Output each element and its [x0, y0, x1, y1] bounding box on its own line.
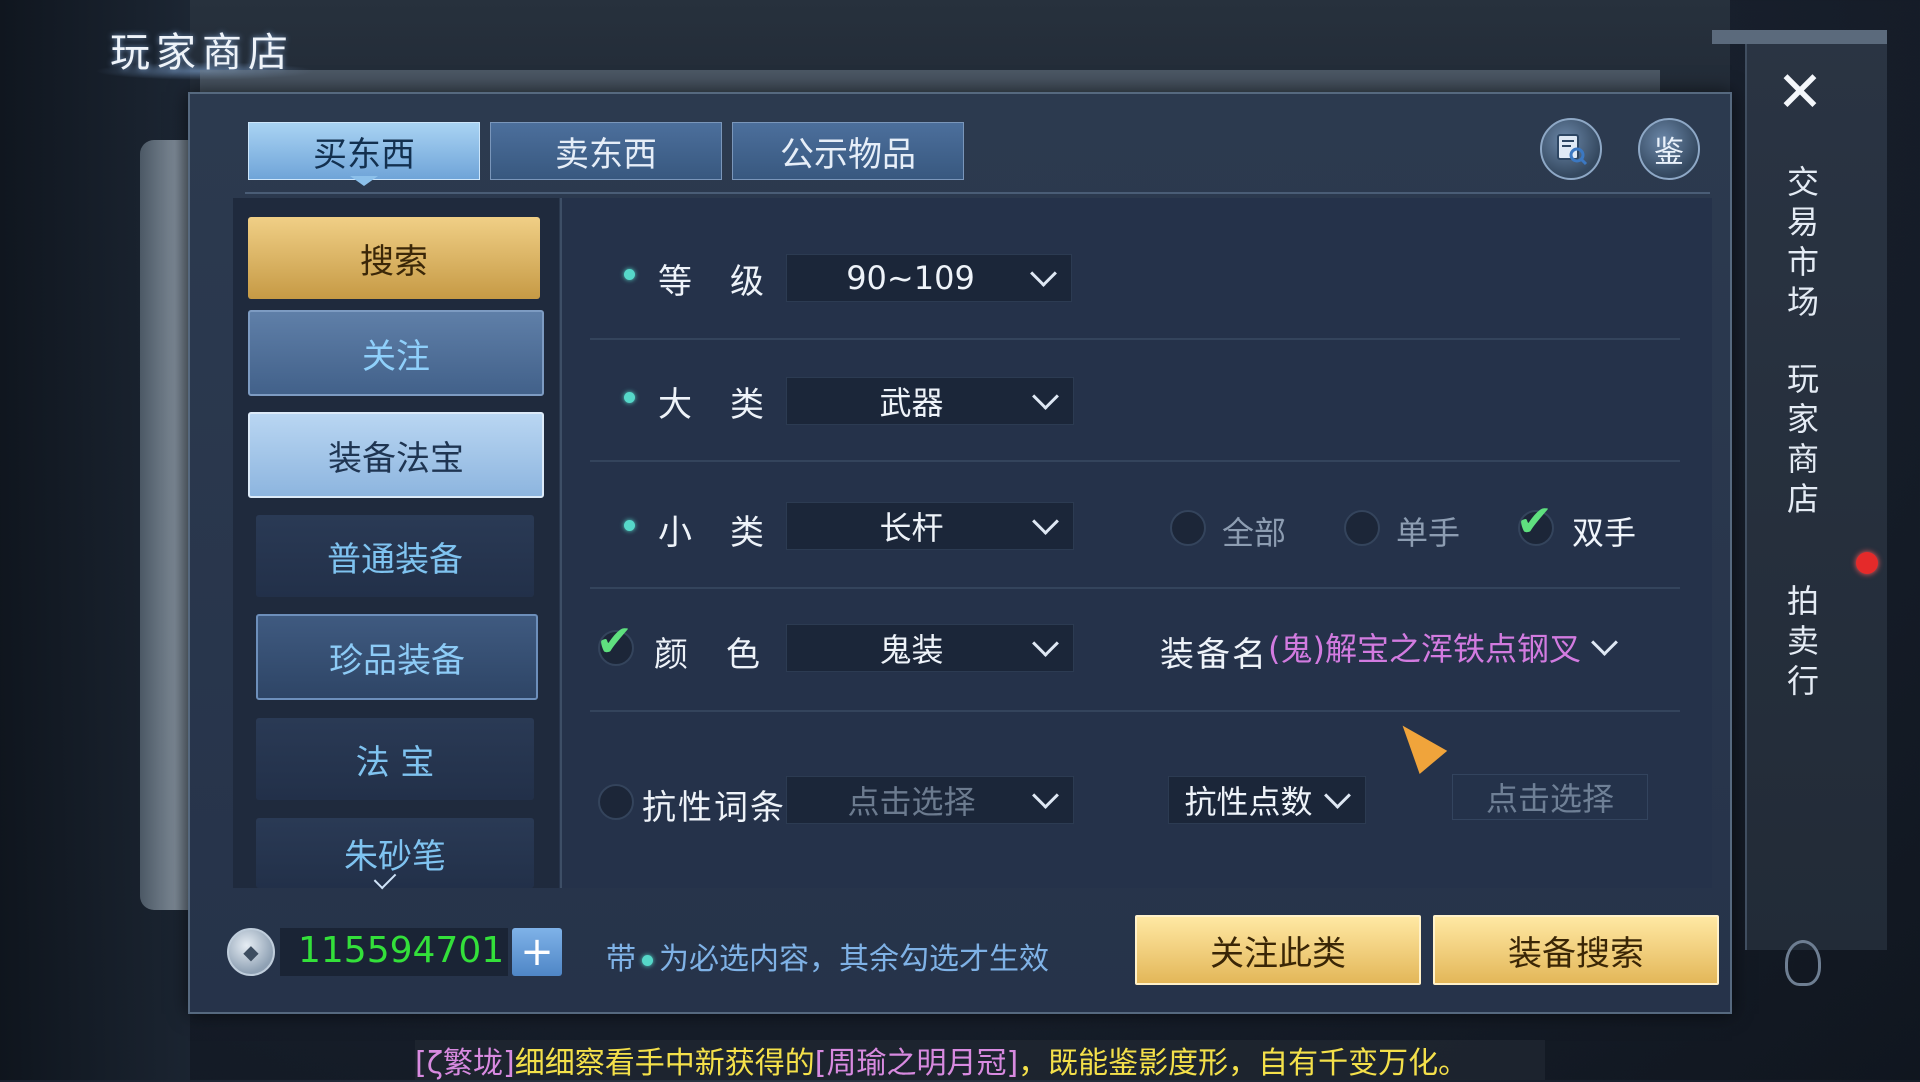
level-dropdown[interactable]: 90~109: [786, 254, 1072, 302]
tab-buy[interactable]: 买东西: [248, 122, 480, 180]
category-dropdown[interactable]: 武器: [786, 377, 1074, 425]
row-divider: [590, 460, 1680, 462]
sidebar-item-search[interactable]: 搜索: [248, 217, 540, 299]
rail-player-shop[interactable]: 玩家商店: [1778, 362, 1824, 522]
option-two-hand-label: 双手: [1572, 514, 1637, 552]
chevron-down-icon: [1591, 628, 1618, 656]
sidebar-item-normal-equipment[interactable]: 普通装备: [256, 515, 534, 597]
subcategory-value: 长杆: [879, 509, 944, 547]
sidebar-item-follow[interactable]: 关注: [248, 310, 544, 396]
rail-top-bar: [1712, 30, 1887, 44]
chat-text-before: 细细察看手中新获得的: [514, 1046, 815, 1081]
hint-suffix: 为必选内容，其余勾选才生效: [659, 942, 1049, 977]
subcategory-dropdown[interactable]: 长杆: [786, 502, 1074, 550]
checkmark-icon: ✔: [1516, 496, 1553, 547]
resist-points-dropdown[interactable]: 抗性点数: [1168, 776, 1366, 824]
category-value: 武器: [879, 384, 944, 422]
close-icon[interactable]: ✕: [1775, 65, 1825, 121]
color-value: 鬼装: [879, 631, 944, 669]
required-dot-icon: [624, 392, 635, 403]
resist-entry-label: 抗性词条: [642, 788, 786, 828]
magnifier-document-icon: [1557, 134, 1588, 166]
row-divider: [590, 587, 1680, 589]
equip-name-value: (鬼)解宝之浑铁点钢叉: [1268, 630, 1581, 668]
chevron-down-icon: [1032, 781, 1059, 809]
color-dropdown[interactable]: 鬼装: [786, 624, 1074, 672]
search-records-button[interactable]: [1540, 118, 1602, 180]
required-dot-icon: [624, 520, 635, 531]
tab-sell[interactable]: 卖东西: [490, 122, 722, 180]
color-label: 颜 色: [654, 635, 762, 675]
required-dot-icon: [642, 955, 653, 966]
resist-entry-value: 点击选择: [847, 783, 976, 821]
tab-public-items[interactable]: 公示物品: [732, 122, 964, 180]
chevron-down-icon: [1032, 629, 1059, 657]
resist-entry-dropdown[interactable]: 点击选择: [786, 776, 1074, 824]
category-label: 大 类: [658, 385, 766, 425]
chat-message: [ζ繁垅] 细细察看手中新获得的 [周瑜之明月冠] ，既能鉴影度形，自有千变万化…: [415, 1038, 1545, 1082]
silver-coin-icon: ◆: [227, 928, 275, 976]
chat-text-after: ，既能鉴影度形，自有千变万化。: [1018, 1046, 1469, 1081]
follow-category-button[interactable]: 关注此类: [1135, 915, 1421, 985]
rail-knot-decoration: [1785, 940, 1821, 986]
sidebar-item-cinnabar-pen[interactable]: 朱砂笔: [256, 818, 534, 888]
required-dot-icon: [624, 269, 635, 280]
option-all-label: 全部: [1222, 514, 1287, 552]
appraise-button[interactable]: 鉴: [1638, 118, 1700, 180]
equip-name-dropdown[interactable]: (鬼)解宝之浑铁点钢叉: [1268, 624, 1632, 670]
resist-points-label: 抗性点数: [1184, 783, 1313, 821]
rail-auction-house[interactable]: 拍卖行: [1778, 584, 1824, 704]
subcategory-label: 小 类: [658, 513, 766, 553]
notification-dot: [1856, 552, 1878, 574]
currency-amount: 115594701: [298, 930, 505, 971]
checkmark-icon: ✔: [596, 616, 633, 667]
sidebar-item-equipment-treasure[interactable]: 装备法宝: [248, 412, 544, 498]
chevron-down-icon: [1032, 507, 1059, 535]
rail-trading-market[interactable]: 交易市场: [1778, 165, 1824, 325]
active-tab-caret: [350, 176, 378, 186]
equipment-search-button[interactable]: 装备搜索: [1433, 915, 1719, 985]
sidebar-item-rare-equipment[interactable]: 珍品装备: [256, 614, 538, 700]
required-hint: 带为必选内容，其余勾选才生效: [606, 934, 1049, 978]
checkbox-resist-entry[interactable]: [598, 784, 634, 820]
sidebar-item-magic-treasure[interactable]: 法 宝: [256, 718, 534, 800]
chat-item-link[interactable]: [周瑜之明月冠]: [815, 1038, 1018, 1082]
chat-channel: [ζ繁垅]: [415, 1046, 515, 1081]
resist-points-picker[interactable]: 点击选择: [1452, 774, 1648, 820]
tabs-divider: [245, 192, 1710, 194]
level-label: 等 级: [658, 262, 766, 302]
chevron-down-icon: [1032, 382, 1059, 410]
row-divider: [590, 338, 1680, 340]
row-divider: [590, 710, 1680, 712]
level-value: 90~109: [846, 259, 975, 297]
hint-prefix: 带: [606, 942, 636, 977]
radio-one-hand[interactable]: [1344, 510, 1380, 546]
chevron-down-icon: [1030, 259, 1057, 287]
chevron-down-icon: [1324, 781, 1351, 809]
option-one-hand-label: 单手: [1396, 514, 1461, 552]
add-currency-button[interactable]: +: [512, 928, 562, 976]
radio-all[interactable]: [1170, 510, 1206, 546]
equip-name-label: 装备名: [1160, 635, 1268, 675]
